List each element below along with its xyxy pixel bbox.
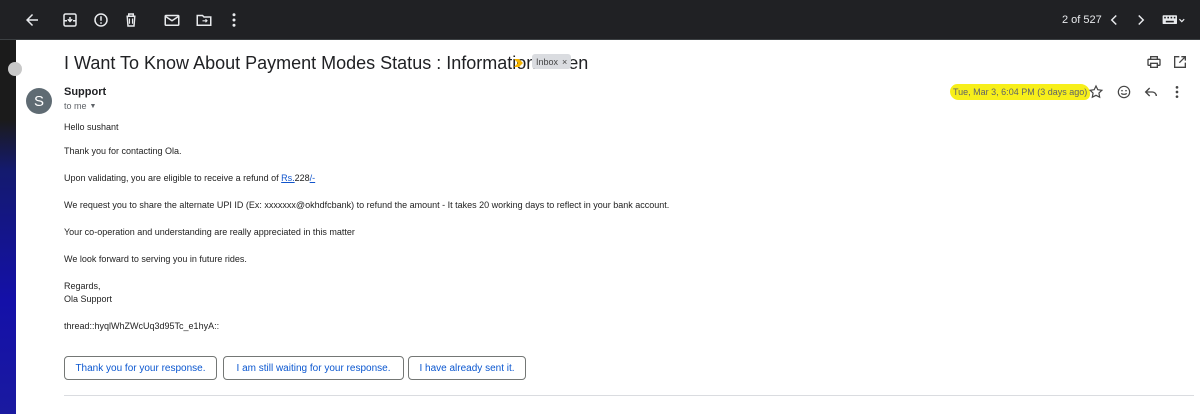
- recipient-details[interactable]: to me ▼: [64, 101, 96, 111]
- email-subject: I Want To Know About Payment Modes Statu…: [64, 53, 589, 73]
- sender-avatar[interactable]: S: [26, 88, 52, 114]
- back-arrow-icon[interactable]: [22, 10, 42, 30]
- email-panel: I Want To Know About Payment Modes Statu…: [8, 40, 1200, 414]
- currency-suffix-link[interactable]: /-: [310, 173, 316, 183]
- recipient-text: to me: [64, 101, 87, 111]
- currency-link[interactable]: Rs.: [281, 173, 295, 183]
- smart-reply-button[interactable]: Thank you for your response.: [64, 356, 217, 380]
- archive-icon[interactable]: [60, 10, 80, 30]
- input-tools-icon[interactable]: [1160, 10, 1186, 30]
- smart-reply-button[interactable]: I have already sent it.: [408, 356, 526, 380]
- body-line-2: Upon validating, you are eligible to rec…: [64, 173, 315, 183]
- delete-icon[interactable]: [121, 10, 141, 30]
- body-regards: Regards,: [64, 281, 101, 291]
- sender-name[interactable]: Support: [64, 86, 106, 98]
- email-date: Tue, Mar 3, 6:04 PM (3 days ago): [950, 84, 1091, 100]
- move-to-icon[interactable]: [194, 10, 214, 30]
- body-line-5: We look forward to serving you in future…: [64, 254, 247, 264]
- mark-unread-icon[interactable]: [162, 10, 182, 30]
- body-greeting: Hello sushant: [64, 122, 119, 132]
- print-icon[interactable]: [1146, 54, 1162, 70]
- body-signature: Ola Support: [64, 294, 113, 304]
- pagination-count: 2 of 527: [1062, 14, 1102, 26]
- email-toolbar: 2 of 527: [0, 0, 1200, 40]
- label-chip-inbox[interactable]: Inbox ×: [532, 54, 572, 69]
- more-options-icon[interactable]: [1169, 84, 1185, 100]
- body-thread-id: thread::hyqlWhZWcUq3d95Tc_e1hyA::: [64, 321, 220, 331]
- remove-label-icon[interactable]: ×: [562, 57, 567, 67]
- body-line-4: Your co-operation and understanding are …: [64, 227, 355, 237]
- report-spam-icon[interactable]: [91, 10, 111, 30]
- label-chip-text: Inbox: [536, 56, 559, 67]
- more-vert-icon[interactable]: [224, 10, 244, 30]
- caret-down-icon[interactable]: ▼: [90, 103, 97, 110]
- chevron-left-icon[interactable]: [1104, 10, 1124, 30]
- window-edge-indicator: [8, 62, 22, 76]
- add-reaction-icon[interactable]: [1116, 84, 1132, 100]
- body-line-3: We request you to share the alternate UP…: [64, 200, 670, 210]
- divider: [64, 395, 1194, 396]
- refund-amount: 228: [294, 173, 310, 183]
- reply-icon[interactable]: [1143, 84, 1159, 100]
- chevron-right-icon[interactable]: [1131, 10, 1151, 30]
- body-line-2-prefix: Upon validating, you are eligible to rec…: [64, 173, 282, 183]
- star-icon[interactable]: [1088, 84, 1104, 100]
- open-in-new-window-icon[interactable]: [1172, 54, 1188, 70]
- importance-marker-icon[interactable]: [513, 56, 525, 68]
- smart-reply-button[interactable]: I am still waiting for your response.: [223, 356, 404, 380]
- body-line-1: Thank you for contacting Ola.: [64, 146, 182, 156]
